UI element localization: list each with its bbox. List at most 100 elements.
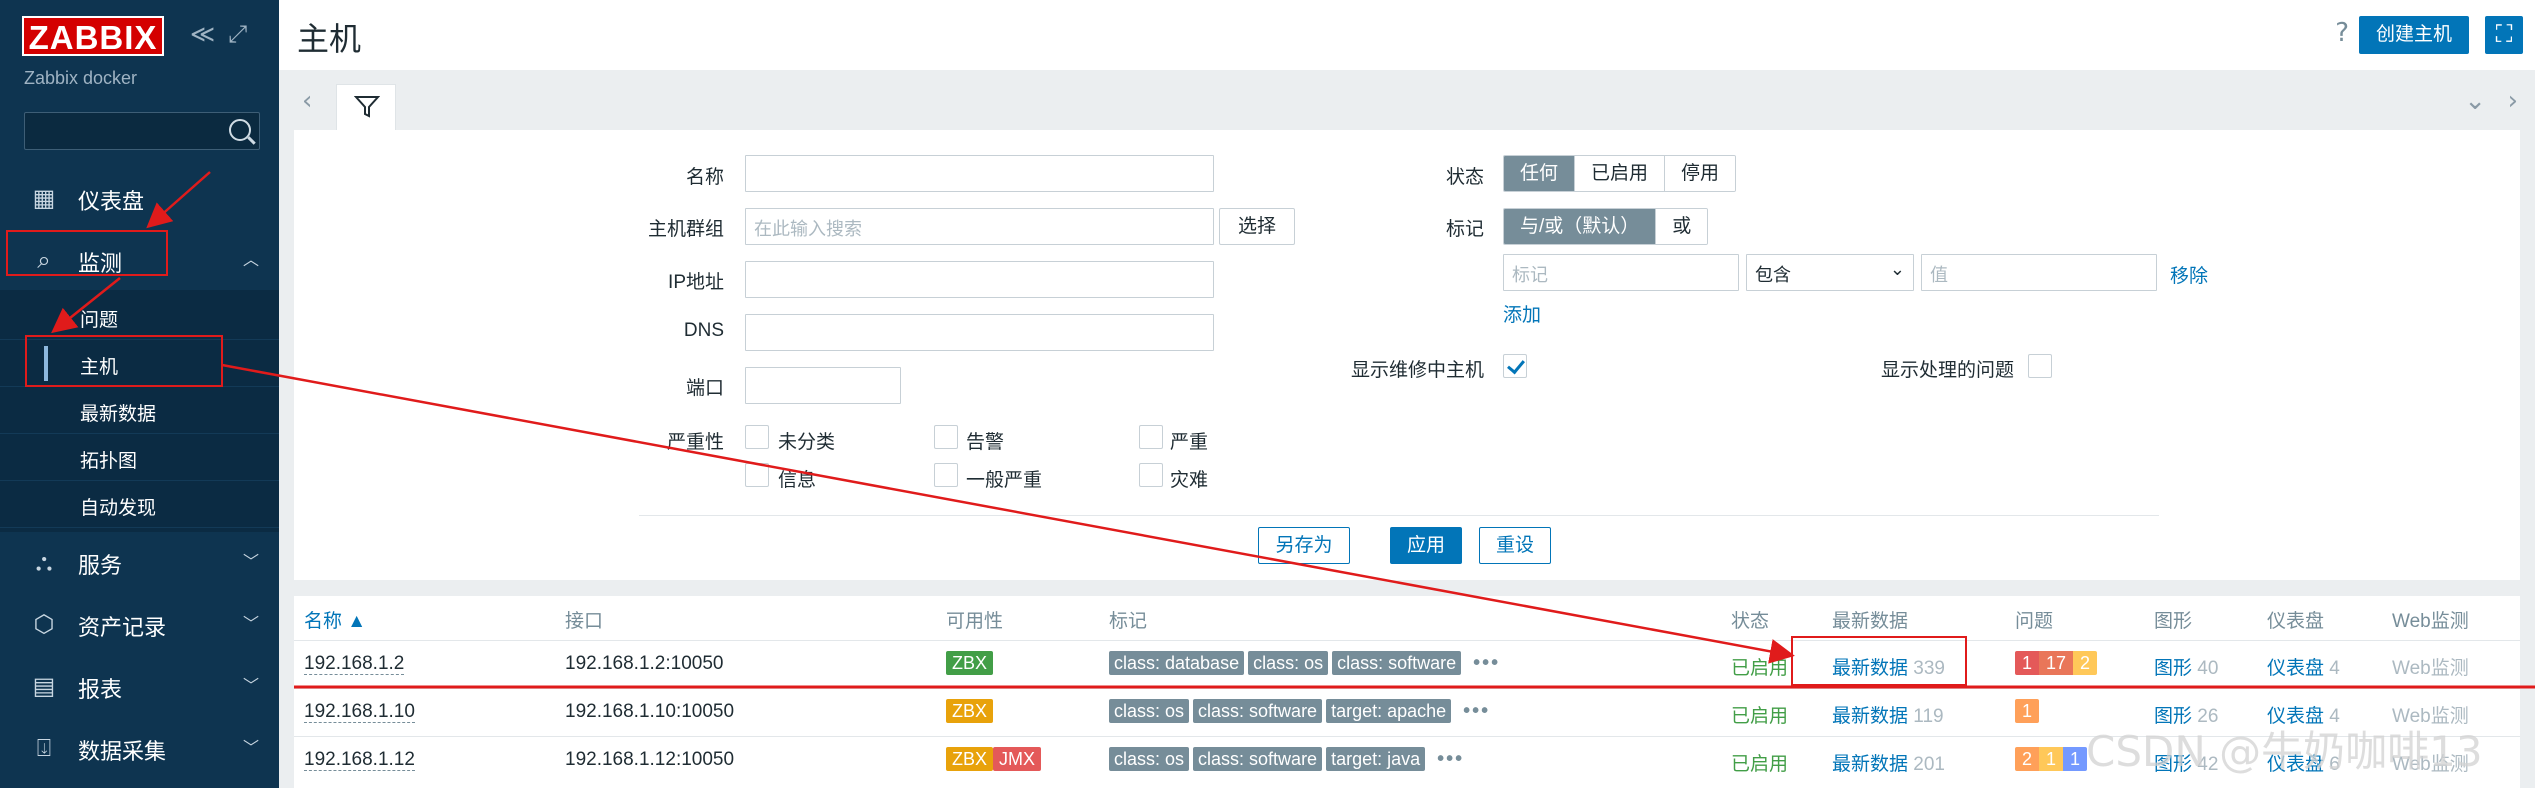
sidebar-item-data-collection[interactable]: ⍗ 数据采集 ﹀ (0, 718, 279, 776)
add-tag-link[interactable]: 添加 (1503, 300, 1541, 327)
column-header-web: Web监测 (2392, 611, 2469, 632)
reset-button[interactable]: 重设 (1479, 527, 1551, 564)
tag-badge[interactable]: class: software (1193, 747, 1323, 771)
graphs-link[interactable]: 图形 (2154, 658, 2192, 679)
tag-badge[interactable]: target: apache (1326, 699, 1452, 723)
ip-input[interactable] (745, 261, 1214, 298)
column-header-latest-data: 最新数据 (1832, 611, 1909, 632)
sidebar-item-label: 最新数据 (80, 404, 157, 425)
severity-option-label: 严重 (1170, 432, 1209, 453)
sidebar-item-problems[interactable]: 问题 (0, 293, 279, 340)
severity-warning-checkbox[interactable] (934, 425, 958, 449)
more-tags-icon[interactable]: ••• (1473, 652, 1500, 674)
availability-badge[interactable]: ZBX (946, 747, 994, 771)
inventory-icon: ⬡ (33, 611, 55, 638)
fullscreen-icon[interactable]: ⛶ (2485, 16, 2523, 54)
host-status[interactable]: 已启用 (1731, 749, 1788, 776)
apply-button[interactable]: 应用 (1390, 527, 1462, 564)
sidebar-item-dashboard[interactable]: ▦ 仪表盘 (0, 168, 279, 226)
chevron-left-icon[interactable]: ‹ (302, 86, 312, 116)
sidebar-item-inventory[interactable]: ⬡ 资产记录 ﹀ (0, 594, 279, 652)
severity-high-checkbox[interactable] (1139, 425, 1163, 449)
dashboards-count: 4 (2329, 658, 2340, 679)
tag-badge[interactable]: class: os (1109, 699, 1190, 723)
tag-name-input[interactable]: 标记 (1503, 254, 1739, 291)
host-status[interactable]: 已启用 (1731, 653, 1788, 680)
sidebar-item-discovery[interactable]: 自动发现 (0, 481, 279, 528)
more-tags-icon[interactable]: ••• (1437, 748, 1464, 770)
collapse-sidebar-icon[interactable]: ≪ (190, 20, 215, 48)
latest-data-count: 201 (1913, 754, 1945, 775)
status-any-option[interactable]: 任何 (1504, 156, 1576, 191)
select-hostgroup-button[interactable]: 选择 (1219, 208, 1295, 245)
port-input[interactable] (745, 367, 901, 404)
sidebar-item-reports[interactable]: ▤ 报表 ﹀ (0, 656, 279, 714)
sidebar-item-latest-data[interactable]: 最新数据 (0, 387, 279, 434)
tag-value-input[interactable]: 值 (1921, 254, 2157, 291)
tags-and-or-option[interactable]: 与/或（默认） (1504, 209, 1657, 244)
severity-label: 严重性 (666, 432, 724, 453)
filter-divider (639, 515, 2159, 516)
availability-badge[interactable]: ZBX (946, 699, 994, 723)
severity-not-classified-checkbox[interactable] (745, 425, 769, 449)
sidebar-search-input[interactable] (24, 112, 260, 150)
tag-badge[interactable]: class: os (1248, 651, 1329, 675)
problems-badge[interactable]: 211 (2015, 747, 2088, 771)
severity-average-checkbox[interactable] (934, 463, 958, 487)
column-header-name[interactable]: 名称 ▲ (304, 606, 366, 633)
sidebar-item-monitoring[interactable]: ⌕ 监测 ︿ (0, 230, 279, 288)
tag-badge[interactable]: class: os (1109, 747, 1190, 771)
host-name-link[interactable]: 192.168.1.2 (304, 653, 405, 675)
problems-badge[interactable]: 1 (2015, 699, 2040, 723)
chevron-down-icon[interactable]: ⌄ (2464, 86, 2486, 116)
severity-information-checkbox[interactable] (745, 463, 769, 487)
sidebar-item-services[interactable]: ⛬ 服务 ﹀ (0, 532, 279, 590)
latest-data-link[interactable]: 最新数据 (1832, 658, 1908, 679)
tag-badge[interactable]: class: software (1332, 651, 1462, 675)
create-host-button[interactable]: 创建主机 (2359, 16, 2469, 54)
severity-disaster-checkbox[interactable] (1139, 463, 1163, 487)
tag-badge[interactable]: target: java (1326, 747, 1426, 771)
column-header-status[interactable]: 状态 (1731, 606, 1769, 633)
show-suppressed-checkbox[interactable] (2028, 354, 2052, 378)
dns-input[interactable] (745, 314, 1214, 351)
latest-data-count: 339 (1913, 658, 1945, 679)
filter-icon (354, 96, 380, 118)
search-icon[interactable] (229, 119, 251, 141)
more-tags-icon[interactable]: ••• (1463, 700, 1490, 722)
host-name-link[interactable]: 192.168.1.10 (304, 701, 415, 723)
sidebar-item-maps[interactable]: 拓扑图 (0, 434, 279, 481)
column-header-interface[interactable]: 接口 (565, 606, 603, 633)
chevron-down-icon: ﹀ (242, 616, 259, 633)
problem-count: 17 (2039, 651, 2074, 675)
problems-badge[interactable]: 1 17 2 (2015, 651, 2098, 675)
tag-operator-select[interactable]: 包含 ⌄ (1746, 254, 1914, 291)
latest-data-link[interactable]: 最新数据 (1832, 706, 1908, 727)
save-as-button[interactable]: 另存为 (1258, 527, 1350, 564)
chevron-up-icon: ︿ (242, 252, 259, 269)
show-maintenance-checkbox[interactable] (1503, 354, 1527, 378)
latest-data-link[interactable]: 最新数据 (1832, 754, 1908, 775)
kiosk-mode-icon[interactable]: ⤢ (228, 20, 247, 48)
zabbix-logo[interactable]: ZABBIX (22, 16, 164, 56)
tag-operator-value: 包含 (1755, 265, 1791, 285)
filter-tab[interactable] (336, 84, 396, 131)
sidebar-item-label: 服务 (78, 553, 123, 578)
chevron-right-icon[interactable]: › (2508, 86, 2518, 116)
web-monitoring-link: Web监测 (2392, 658, 2469, 679)
tag-badge[interactable]: class: database (1109, 651, 1245, 675)
availability-badge[interactable]: ZBX (946, 651, 994, 675)
name-input[interactable] (745, 155, 1214, 192)
status-disabled-option[interactable]: 停用 (1665, 156, 1736, 191)
hostgroup-input[interactable]: 在此输入搜索 (745, 208, 1214, 245)
status-enabled-option[interactable]: 已启用 (1575, 156, 1666, 191)
sidebar-item-hosts[interactable]: 主机 (0, 340, 279, 387)
host-name-link[interactable]: 192.168.1.12 (304, 749, 415, 771)
tag-badge[interactable]: class: software (1193, 699, 1323, 723)
tags-or-option[interactable]: 或 (1656, 209, 1708, 244)
dashboards-link[interactable]: 仪表盘 (2267, 658, 2324, 679)
host-status[interactable]: 已启用 (1731, 701, 1788, 728)
remove-tag-link[interactable]: 移除 (2170, 261, 2208, 288)
availability-badge[interactable]: JMX (993, 747, 1042, 771)
help-icon[interactable]: ? (2335, 18, 2349, 48)
